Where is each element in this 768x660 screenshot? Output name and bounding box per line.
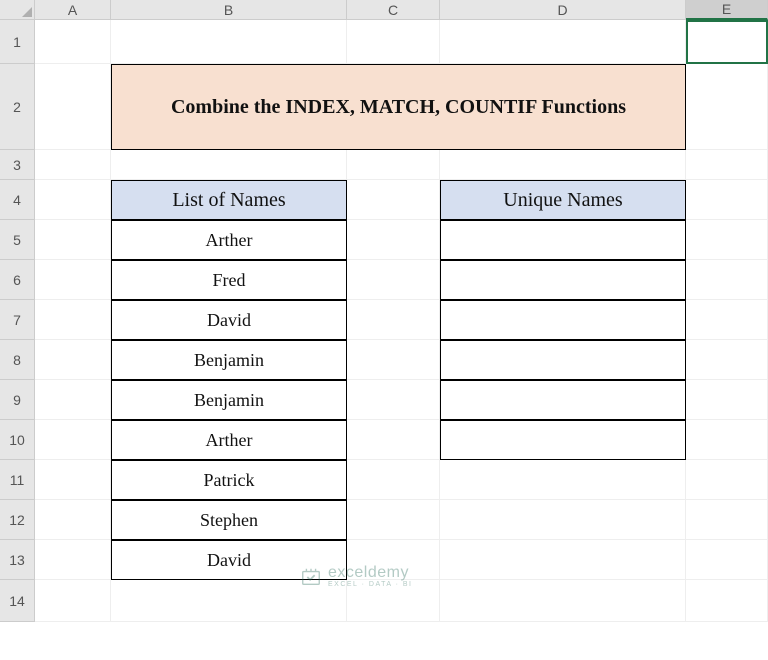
cell-a10[interactable] <box>35 420 111 460</box>
row-header-9[interactable]: 9 <box>0 380 35 420</box>
row-header-8[interactable]: 8 <box>0 340 35 380</box>
cell-a4[interactable] <box>35 180 111 220</box>
name-cell-b13[interactable]: David <box>111 540 347 580</box>
cell-a12[interactable] <box>35 500 111 540</box>
unique-names-header[interactable]: Unique Names <box>440 180 686 220</box>
name-cell-b9[interactable]: Benjamin <box>111 380 347 420</box>
cell-e11[interactable] <box>686 460 768 500</box>
cell-a6[interactable] <box>35 260 111 300</box>
row-header-1[interactable]: 1 <box>0 20 35 64</box>
cell-c14[interactable] <box>347 580 440 622</box>
name-cell-b6[interactable]: Fred <box>111 260 347 300</box>
cell-d1[interactable] <box>440 20 686 64</box>
spreadsheet-grid: A B C D E 1 2 Combine the INDEX, MATCH, … <box>0 0 768 622</box>
cell-e9[interactable] <box>686 380 768 420</box>
cell-a13[interactable] <box>35 540 111 580</box>
cell-d13[interactable] <box>440 540 686 580</box>
cell-c12[interactable] <box>347 500 440 540</box>
name-cell-b7[interactable]: David <box>111 300 347 340</box>
select-all-corner[interactable] <box>0 0 35 20</box>
unique-cell-d5[interactable] <box>440 220 686 260</box>
row-header-4[interactable]: 4 <box>0 180 35 220</box>
cell-c7[interactable] <box>347 300 440 340</box>
col-header-d[interactable]: D <box>440 0 686 20</box>
col-header-c[interactable]: C <box>347 0 440 20</box>
cell-e1-selected[interactable] <box>686 20 768 64</box>
col-header-a[interactable]: A <box>35 0 111 20</box>
name-cell-b8[interactable]: Benjamin <box>111 340 347 380</box>
cell-e2[interactable] <box>686 64 768 150</box>
col-header-b[interactable]: B <box>111 0 347 20</box>
row-header-10[interactable]: 10 <box>0 420 35 460</box>
row-header-2[interactable]: 2 <box>0 64 35 150</box>
cell-a3[interactable] <box>35 150 111 180</box>
cell-e12[interactable] <box>686 500 768 540</box>
cell-e3[interactable] <box>686 150 768 180</box>
cell-c1[interactable] <box>347 20 440 64</box>
cell-c13[interactable] <box>347 540 440 580</box>
cell-b3[interactable] <box>111 150 347 180</box>
row-header-7[interactable]: 7 <box>0 300 35 340</box>
cell-e5[interactable] <box>686 220 768 260</box>
cell-d3[interactable] <box>440 150 686 180</box>
row-header-13[interactable]: 13 <box>0 540 35 580</box>
row-header-5[interactable]: 5 <box>0 220 35 260</box>
cell-e6[interactable] <box>686 260 768 300</box>
unique-cell-d10[interactable] <box>440 420 686 460</box>
cell-e7[interactable] <box>686 300 768 340</box>
cell-a2[interactable] <box>35 64 111 150</box>
unique-cell-d8[interactable] <box>440 340 686 380</box>
cell-a7[interactable] <box>35 300 111 340</box>
cell-a9[interactable] <box>35 380 111 420</box>
cell-e8[interactable] <box>686 340 768 380</box>
cell-e13[interactable] <box>686 540 768 580</box>
cell-a1[interactable] <box>35 20 111 64</box>
cell-d11[interactable] <box>440 460 686 500</box>
row-header-12[interactable]: 12 <box>0 500 35 540</box>
cell-a14[interactable] <box>35 580 111 622</box>
cell-c10[interactable] <box>347 420 440 460</box>
row-header-6[interactable]: 6 <box>0 260 35 300</box>
name-cell-b5[interactable]: Arther <box>111 220 347 260</box>
cell-a5[interactable] <box>35 220 111 260</box>
cell-c8[interactable] <box>347 340 440 380</box>
cell-e4[interactable] <box>686 180 768 220</box>
cell-d12[interactable] <box>440 500 686 540</box>
row-header-3[interactable]: 3 <box>0 150 35 180</box>
cell-d14[interactable] <box>440 580 686 622</box>
name-cell-b10[interactable]: Arther <box>111 420 347 460</box>
name-cell-b12[interactable]: Stephen <box>111 500 347 540</box>
cell-e10[interactable] <box>686 420 768 460</box>
title-merged-cell[interactable]: Combine the INDEX, MATCH, COUNTIF Functi… <box>111 64 686 150</box>
cell-c4[interactable] <box>347 180 440 220</box>
name-cell-b11[interactable]: Patrick <box>111 460 347 500</box>
row-header-11[interactable]: 11 <box>0 460 35 500</box>
cell-b14[interactable] <box>111 580 347 622</box>
cell-c5[interactable] <box>347 220 440 260</box>
list-names-header[interactable]: List of Names <box>111 180 347 220</box>
cell-a8[interactable] <box>35 340 111 380</box>
unique-cell-d7[interactable] <box>440 300 686 340</box>
unique-cell-d6[interactable] <box>440 260 686 300</box>
cell-c3[interactable] <box>347 150 440 180</box>
row-header-14[interactable]: 14 <box>0 580 35 622</box>
col-header-e[interactable]: E <box>686 0 768 20</box>
cell-c11[interactable] <box>347 460 440 500</box>
unique-cell-d9[interactable] <box>440 380 686 420</box>
cell-e14[interactable] <box>686 580 768 622</box>
cell-c9[interactable] <box>347 380 440 420</box>
cell-b1[interactable] <box>111 20 347 64</box>
cell-a11[interactable] <box>35 460 111 500</box>
cell-c6[interactable] <box>347 260 440 300</box>
